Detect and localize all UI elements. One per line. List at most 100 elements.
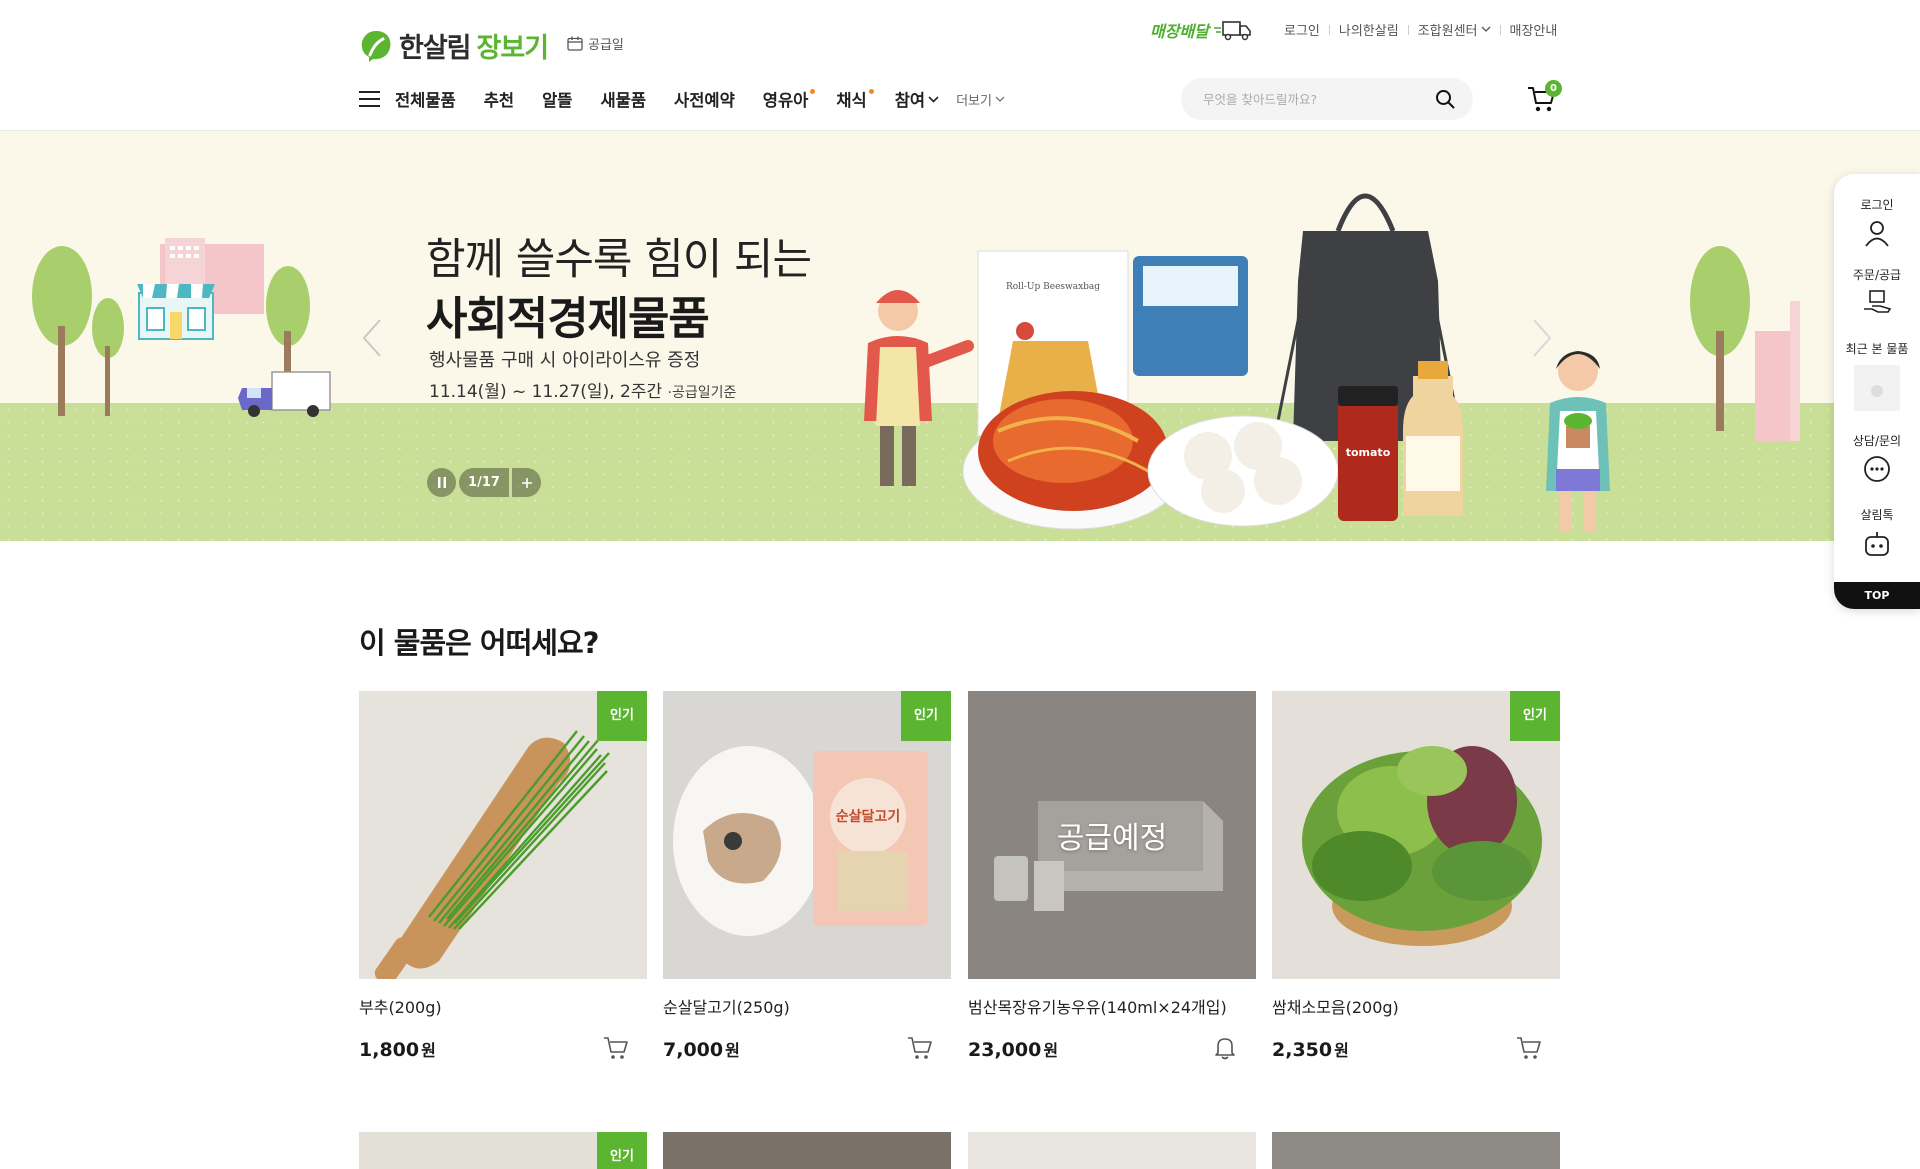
nav-participate-label: 참여 — [894, 91, 926, 110]
nav-more-button[interactable]: 더보기 — [956, 90, 1005, 109]
product-image[interactable]: 인기 — [359, 691, 647, 979]
chevron-down-icon — [928, 95, 939, 103]
store-delivery-link[interactable]: 매장배달 — [1150, 18, 1253, 42]
banner-description: 행사물품 구매 시 아이라이스유 증정 — [429, 350, 701, 371]
product-card[interactable]: 인기 부추(200g) 1,800 원 — [359, 691, 647, 1061]
popular-badge: 인기 — [1510, 691, 1560, 741]
popular-badge: 인기 — [597, 1132, 647, 1169]
cart-count-badge: 0 — [1545, 80, 1562, 97]
product-card-partial[interactable] — [968, 1132, 1256, 1169]
price-value: 7,000 — [663, 1039, 724, 1061]
bell-icon[interactable] — [1212, 1035, 1238, 1061]
banner-title-line2: 사회적경제물품 — [426, 292, 710, 345]
scroll-top-button[interactable]: TOP — [1834, 582, 1920, 609]
product-card-partial[interactable] — [663, 1132, 951, 1169]
supply-day-button[interactable]: 공급일 — [567, 34, 624, 53]
nav-bargain[interactable]: 알뜰 — [542, 87, 572, 111]
product-price: 2,350 원 — [1272, 1037, 1349, 1061]
nav-infant[interactable]: 영유아 — [762, 87, 816, 111]
product-card[interactable]: 순살달고기 인기 순살달고기(250g) 7,000 원 — [663, 691, 951, 1061]
banner-period: 11.14(월) ~ 11.27(일), 2주간 ·공급일기준 — [429, 377, 736, 402]
product-price: 7,000 원 — [663, 1037, 740, 1061]
chatbot-icon — [1865, 532, 1889, 556]
price-unit: 원 — [725, 1041, 740, 1060]
price-unit: 원 — [1334, 1041, 1349, 1060]
quick-recent-label: 최근 본 물품 — [1845, 342, 1909, 356]
divider — [1499, 24, 1501, 35]
chat-bubble-icon — [1864, 456, 1890, 482]
nav-new-products[interactable]: 새물품 — [600, 87, 646, 111]
nav-preorder[interactable]: 사전예약 — [674, 87, 735, 111]
recent-item-thumbnail[interactable] — [1854, 365, 1900, 411]
placeholder-icon — [1871, 385, 1883, 397]
product-image[interactable]: 인기 — [1272, 691, 1560, 979]
chevron-down-icon — [1481, 26, 1490, 32]
product-card[interactable]: 인기 쌈채소모음(200g) 2,350 원 — [1272, 691, 1560, 1061]
quick-login[interactable]: 로그인 — [1834, 196, 1920, 247]
leaf-logo-icon — [361, 30, 391, 62]
product-card-partial[interactable]: 인기 — [359, 1132, 647, 1169]
banner-products-illustration: Roll-Up Beeswaxbag tomato — [864, 193, 1610, 531]
quick-orders[interactable]: 주문/공급 — [1834, 266, 1920, 317]
banner-period-text: 11.14(월) ~ 11.27(일), 2주간 — [429, 382, 663, 402]
product-image[interactable]: 순살달고기 인기 — [663, 691, 951, 979]
delivery-truck-icon — [1213, 21, 1251, 41]
util-login[interactable]: 로그인 — [1284, 20, 1320, 39]
banner-pause-button[interactable] — [427, 468, 456, 497]
quick-salim-talk[interactable]: 살림톡 — [1834, 506, 1920, 559]
quick-consult[interactable]: 상담/문의 — [1834, 432, 1920, 485]
price-value: 2,350 — [1272, 1039, 1333, 1061]
product-name[interactable]: 순살달고기(250g) — [663, 994, 951, 1018]
logo-text: 한살림 — [399, 33, 472, 64]
store-delivery-label: 매장배달 — [1150, 22, 1209, 41]
calendar-icon — [567, 36, 583, 51]
product-name[interactable]: 범산목장유기농우유(140ml×24개입) — [968, 994, 1256, 1018]
quick-talk-label: 살림톡 — [1860, 508, 1894, 522]
add-to-cart-icon[interactable] — [603, 1035, 629, 1061]
nav-recommend[interactable]: 추천 — [484, 87, 514, 111]
price-unit: 원 — [1043, 1041, 1059, 1060]
supply-day-label: 공급일 — [588, 38, 624, 53]
utility-menu: 로그인 나의한살림 조합원센터 매장안내 — [1284, 20, 1557, 39]
nav-infant-label: 영유아 — [762, 91, 809, 110]
new-dot — [810, 89, 816, 94]
price-value: 23,000 — [968, 1039, 1042, 1061]
coming-soon-overlay: 공급예정 — [1056, 821, 1168, 856]
nav-more-label: 더보기 — [956, 93, 992, 109]
box-hand-icon — [1864, 290, 1892, 313]
banner-period-note: ·공급일기준 — [667, 385, 737, 401]
product-name[interactable]: 부추(200g) — [359, 994, 647, 1018]
util-store-info[interactable]: 매장안내 — [1510, 20, 1558, 39]
section-title: 이 물품은 어떠세요? — [359, 626, 599, 660]
package-label-text: 순살달고기 — [836, 808, 900, 825]
chevron-down-icon — [995, 96, 1005, 102]
user-icon — [1865, 221, 1889, 247]
search-input[interactable] — [1201, 90, 1435, 108]
nav-participate[interactable]: 참여 — [895, 87, 939, 111]
util-my-hansalim[interactable]: 나의한살림 — [1339, 20, 1399, 39]
hamburger-menu-icon[interactable] — [359, 90, 380, 108]
search-icon[interactable] — [1435, 89, 1455, 109]
product-image[interactable]: 공급예정 — [968, 691, 1256, 979]
add-to-cart-icon[interactable] — [1516, 1035, 1542, 1061]
banner-view-all-button[interactable] — [512, 468, 541, 497]
pause-icon — [437, 477, 446, 488]
banner-next-arrow-icon[interactable] — [1530, 318, 1554, 358]
util-member-center[interactable]: 조합원센터 — [1418, 20, 1491, 39]
search-bar — [1181, 78, 1473, 120]
site-logo[interactable]: 한살림 장보기 — [359, 26, 550, 65]
nav-all-products[interactable]: 전체물품 — [395, 87, 456, 111]
product-card-partial[interactable] — [1272, 1132, 1560, 1169]
new-dot — [868, 89, 874, 94]
tree-illustration — [1690, 246, 1800, 441]
logo-subtext: 장보기 — [476, 33, 550, 64]
add-to-cart-icon[interactable] — [907, 1035, 933, 1061]
quick-recent-items[interactable]: 최근 본 물품 — [1834, 340, 1920, 411]
main-banner[interactable]: Roll-Up Beeswaxbag tomato 함께 쓸수록 힘이 되는 사… — [0, 131, 1920, 541]
product-name[interactable]: 쌈채소모음(200g) — [1272, 994, 1560, 1018]
product-card[interactable]: 공급예정 범산목장유기농우유(140ml×24개입) 23,000 원 — [968, 691, 1256, 1061]
quick-orders-label: 주문/공급 — [1852, 268, 1902, 282]
nav-vegetarian[interactable]: 채식 — [836, 87, 874, 111]
product-label-text: tomato — [1346, 446, 1391, 459]
banner-prev-arrow-icon[interactable] — [360, 318, 384, 358]
